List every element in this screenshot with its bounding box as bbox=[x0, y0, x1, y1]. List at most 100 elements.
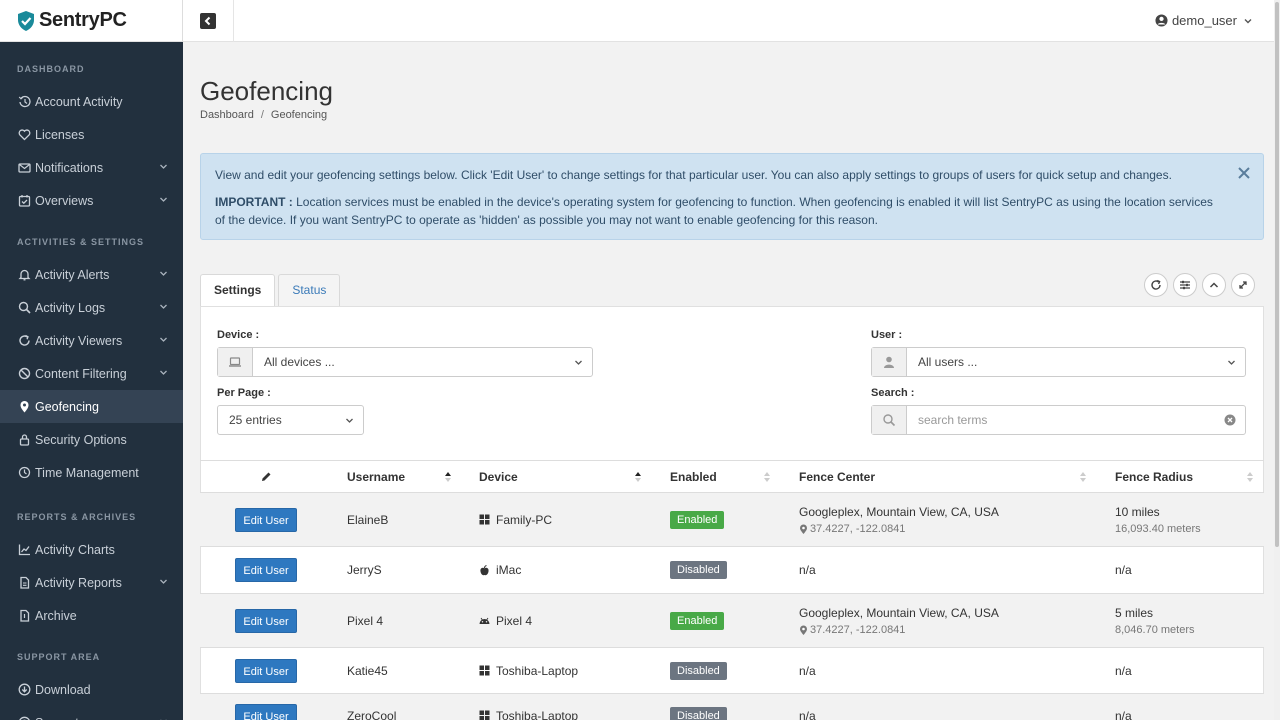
header-fence-center-label: Fence Center bbox=[799, 469, 876, 484]
search-addon bbox=[872, 406, 907, 434]
enabled-cell: Disabled bbox=[652, 647, 781, 694]
brand-logo[interactable]: SentryPC bbox=[0, 0, 183, 42]
windows-icon bbox=[479, 665, 490, 676]
alert-text-1: View and edit your geofencing settings b… bbox=[215, 168, 1172, 182]
edit-user-button[interactable]: Edit User bbox=[235, 703, 297, 720]
per-page-label: Per Page : bbox=[217, 387, 271, 399]
sidebar-item-activity-logs[interactable]: Activity Logs bbox=[0, 291, 183, 324]
alert-important-text: Location services must be enabled in the… bbox=[215, 195, 1213, 227]
fence-radius-cell: n/a bbox=[1097, 693, 1264, 720]
bell-icon bbox=[18, 268, 31, 281]
fence-center-cell: Googleplex, Mountain View, CA, USA 37.422… bbox=[781, 492, 1097, 547]
edit-user-button[interactable]: Edit User bbox=[235, 558, 297, 582]
per-page-select[interactable]: 25 entries bbox=[217, 405, 364, 435]
close-icon[interactable] bbox=[1238, 167, 1250, 179]
map-marker-icon bbox=[800, 625, 807, 635]
refresh-icon bbox=[1151, 279, 1161, 290]
column-header-username[interactable]: Username bbox=[331, 460, 462, 493]
device-select[interactable]: All devices ... bbox=[217, 347, 593, 377]
enabled-cell: Enabled bbox=[652, 593, 781, 648]
scrollbar-thumb[interactable] bbox=[1275, 2, 1279, 547]
fence-radius-meters: 8,046.70 meters bbox=[1115, 623, 1195, 636]
tab-status[interactable]: Status bbox=[278, 274, 341, 306]
header-enabled-label: Enabled bbox=[670, 469, 717, 484]
clear-circle-icon[interactable] bbox=[1224, 414, 1236, 426]
fence-center-cell: n/a bbox=[781, 647, 1097, 694]
collapse-panel-button[interactable] bbox=[1202, 273, 1226, 297]
edit-user-button[interactable]: Edit User bbox=[235, 608, 297, 633]
pencil-icon bbox=[261, 472, 270, 482]
device-label: Device : bbox=[217, 329, 260, 341]
sidebar-toggle-button[interactable] bbox=[200, 13, 216, 29]
sidebar-item-account-activity[interactable]: Account Activity bbox=[0, 85, 183, 118]
nav-section-title: REPORTS & ARCHIVES bbox=[17, 512, 137, 522]
sidebar-item-time-management[interactable]: Time Management bbox=[0, 456, 183, 489]
table-row: Edit User ElaineB Family-PC Enabled Googlepl… bbox=[200, 492, 1264, 547]
table-row: Edit User JerryS iMac Disabled n/a n/a bbox=[200, 546, 1264, 594]
sidebar-item-archive[interactable]: Archive bbox=[0, 599, 183, 632]
sidebar-item-label: Activity Alerts bbox=[35, 267, 110, 282]
user-menu[interactable]: demo_user bbox=[1155, 13, 1252, 28]
sidebar-item-content-filtering[interactable]: Content Filtering bbox=[0, 357, 183, 390]
chevron-down-icon bbox=[160, 579, 167, 584]
sidebar-item-geofencing[interactable]: Geofencing bbox=[0, 390, 183, 423]
sidebar-item-activity-charts[interactable]: Activity Charts bbox=[0, 533, 183, 566]
fullscreen-button[interactable] bbox=[1231, 273, 1255, 297]
sidebar-item-overviews[interactable]: Overviews bbox=[0, 184, 183, 217]
column-header-enabled[interactable]: Enabled bbox=[652, 460, 781, 493]
chevron-down-icon bbox=[160, 304, 167, 309]
sidebar-item-notifications[interactable]: Notifications bbox=[0, 151, 183, 184]
sidebar-item-label: Activity Charts bbox=[35, 542, 115, 557]
sidebar-item-security-options[interactable]: Security Options bbox=[0, 423, 183, 456]
sidebar-item-label: Overviews bbox=[35, 193, 94, 208]
sidebar-item-label: Activity Viewers bbox=[35, 333, 123, 348]
page-scrollbar[interactable] bbox=[1274, 0, 1280, 720]
chevron-left-icon bbox=[204, 16, 211, 26]
column-header-fence-center[interactable]: Fence Center bbox=[781, 460, 1097, 493]
sidebar-item-label: Notifications bbox=[35, 160, 104, 175]
life-ring-icon bbox=[18, 716, 31, 720]
fence-coordinates: 37.4227, -122.0841 bbox=[799, 523, 1097, 535]
sort-icon bbox=[1080, 472, 1086, 482]
chevron-down-icon bbox=[160, 271, 167, 276]
sidebar-item-activity-alerts[interactable]: Activity Alerts bbox=[0, 258, 183, 291]
fence-radius-meters: 16,093.40 meters bbox=[1115, 522, 1201, 535]
chevron-down-icon bbox=[346, 418, 353, 423]
edit-user-button[interactable]: Edit User bbox=[235, 507, 297, 532]
device-name: Pixel 4 bbox=[496, 613, 533, 628]
alert-text-2: IMPORTANT : Location services must be en… bbox=[215, 193, 1223, 229]
sidebar-item-activity-viewers[interactable]: Activity Viewers bbox=[0, 324, 183, 357]
map-marker-icon bbox=[800, 524, 807, 534]
sidebar-item-licenses[interactable]: Licenses bbox=[0, 118, 183, 151]
fence-center-name: Googleplex, Mountain View, CA, USA bbox=[799, 605, 999, 620]
history-icon bbox=[18, 95, 31, 108]
search-icon bbox=[883, 414, 896, 427]
sidebar-item-support[interactable]: Support bbox=[0, 706, 183, 720]
status-badge: Enabled bbox=[670, 510, 725, 529]
nav-section-title: SUPPORT AREA bbox=[17, 652, 101, 662]
edit-user-button[interactable]: Edit User bbox=[235, 658, 297, 683]
tab-settings[interactable]: Settings bbox=[200, 274, 276, 307]
column-header-device[interactable]: Device bbox=[462, 460, 652, 493]
user-select[interactable]: All users ... bbox=[871, 347, 1246, 377]
search-input[interactable]: search terms bbox=[871, 405, 1246, 435]
heart-icon bbox=[18, 128, 31, 141]
geofencing-table: Username Device Enabled Fence Center Fen… bbox=[200, 460, 1264, 720]
status-badge: Disabled bbox=[670, 706, 727, 720]
fence-center-cell: n/a bbox=[781, 693, 1097, 720]
refresh-button[interactable] bbox=[1144, 273, 1168, 297]
envelope-icon bbox=[18, 161, 31, 174]
table-row: Edit User Pixel 4 Pixel 4 Enabled Googleplex… bbox=[200, 593, 1264, 648]
sidebar-item-activity-reports[interactable]: Activity Reports bbox=[0, 566, 183, 599]
options-button[interactable] bbox=[1173, 273, 1197, 297]
fence-radius-miles: 5 miles bbox=[1115, 605, 1154, 620]
enabled-cell: Disabled bbox=[652, 693, 781, 720]
column-header-fence-radius[interactable]: Fence Radius bbox=[1097, 460, 1264, 493]
fence-coordinates: 37.4227, -122.0841 bbox=[799, 624, 1097, 636]
per-page-value: 25 entries bbox=[229, 413, 282, 427]
file-icon bbox=[18, 576, 31, 589]
sidebar-item-download[interactable]: Download bbox=[0, 673, 183, 706]
sort-asc-icon bbox=[635, 472, 641, 482]
fence-radius-miles: n/a bbox=[1115, 663, 1132, 678]
breadcrumb-dashboard[interactable]: Dashboard bbox=[200, 109, 254, 121]
